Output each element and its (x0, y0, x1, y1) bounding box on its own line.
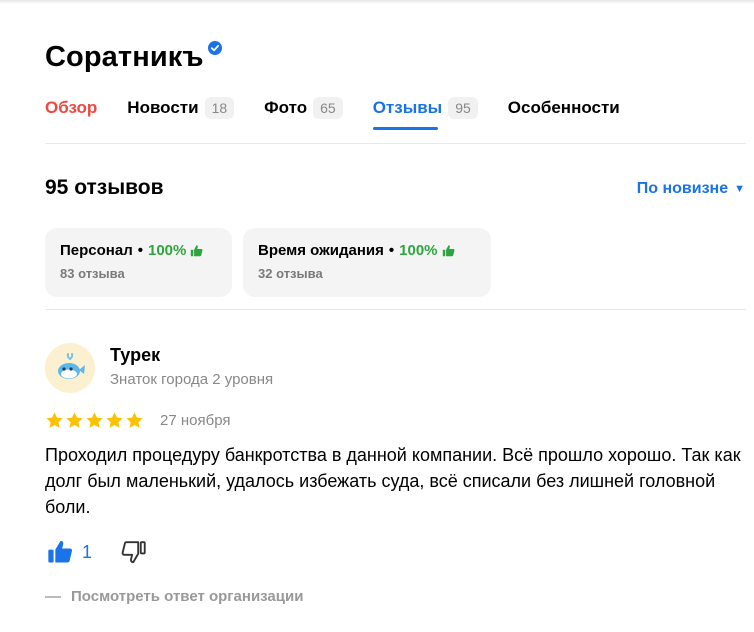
aspect-name: Персонал (60, 242, 133, 259)
org-answer-label: Посмотреть ответ организации (71, 588, 304, 605)
rating-stars (45, 411, 145, 430)
tab-count-badge: 65 (313, 97, 343, 119)
active-tab-indicator (372, 127, 438, 130)
dislike-button[interactable] (120, 538, 148, 571)
tab-features[interactable]: Особенности (508, 95, 620, 121)
aspect-name: Время ожидания (258, 242, 384, 259)
separator-dot: • (137, 242, 143, 259)
thumb-down-icon (121, 541, 146, 564)
tab-news[interactable]: Новости 18 (127, 95, 235, 121)
verified-check-icon (207, 41, 222, 55)
aspect-title: Время ожидания • 100% (258, 242, 476, 259)
tab-label: Особенности (507, 98, 620, 117)
aspect-count: 32 отзыва (258, 266, 323, 281)
org-title: Соратникъ (45, 41, 204, 73)
author-name[interactable]: Турек (110, 345, 160, 366)
review-text: Проходил процедуру банкротства в данной … (45, 445, 741, 517)
tab-label: Отзывы (372, 98, 443, 117)
tab-photos[interactable]: Фото 65 (264, 95, 343, 121)
sort-dropdown[interactable]: По новизне ▼ (637, 180, 745, 198)
reviews-heading: 95 отзывов (45, 176, 164, 199)
aspect-percent: 100% (399, 242, 438, 259)
aspect-count: 83 отзыва (60, 266, 125, 281)
aspect-percent: 100% (148, 242, 187, 259)
tab-overview[interactable]: Обзор (45, 95, 97, 121)
chevron-down-icon: ▼ (734, 183, 745, 195)
thumb-up-icon (191, 245, 203, 257)
aspect-card-waiting-time[interactable]: Время ожидания • 100% 32 отзыва (243, 228, 491, 297)
org-header: Соратникъ (45, 40, 222, 74)
avatar[interactable] (45, 343, 95, 393)
separator-dot: • (388, 242, 395, 259)
tab-count-badge: 18 (204, 97, 235, 119)
view-org-answer-link[interactable]: Посмотреть ответ организации (45, 588, 303, 605)
review-date: 27 ноября (160, 412, 231, 429)
tab-count-badge: 95 (448, 97, 478, 119)
divider (45, 309, 746, 310)
star-icon (86, 412, 103, 428)
top-border (0, 0, 754, 4)
tab-label: Обзор (45, 98, 98, 117)
whale-avatar-icon (58, 353, 85, 379)
star-icon (106, 412, 123, 428)
star-icon (126, 412, 143, 428)
thumb-up-icon (442, 245, 455, 257)
tab-label: Фото (264, 98, 308, 117)
star-icon (46, 412, 63, 428)
thumb-up-icon (48, 540, 73, 563)
star-icon (66, 412, 83, 428)
aspect-title: Персонал • 100% (60, 242, 217, 259)
tab-label: Новости (127, 98, 199, 117)
dash-divider (45, 595, 61, 598)
tabs: Обзор Новости 18 Фото 65 Отзывы 95 Особе… (45, 95, 650, 130)
aspect-card-staff[interactable]: Персонал • 100% 83 отзыва (45, 228, 232, 297)
like-count: 1 (82, 541, 93, 562)
like-button[interactable]: 1 (46, 538, 92, 566)
author-level: Знаток города 2 уровня (110, 371, 274, 388)
tab-reviews[interactable]: Отзывы 95 (372, 95, 478, 130)
sort-label: По новизне (636, 180, 729, 197)
divider (45, 143, 746, 144)
